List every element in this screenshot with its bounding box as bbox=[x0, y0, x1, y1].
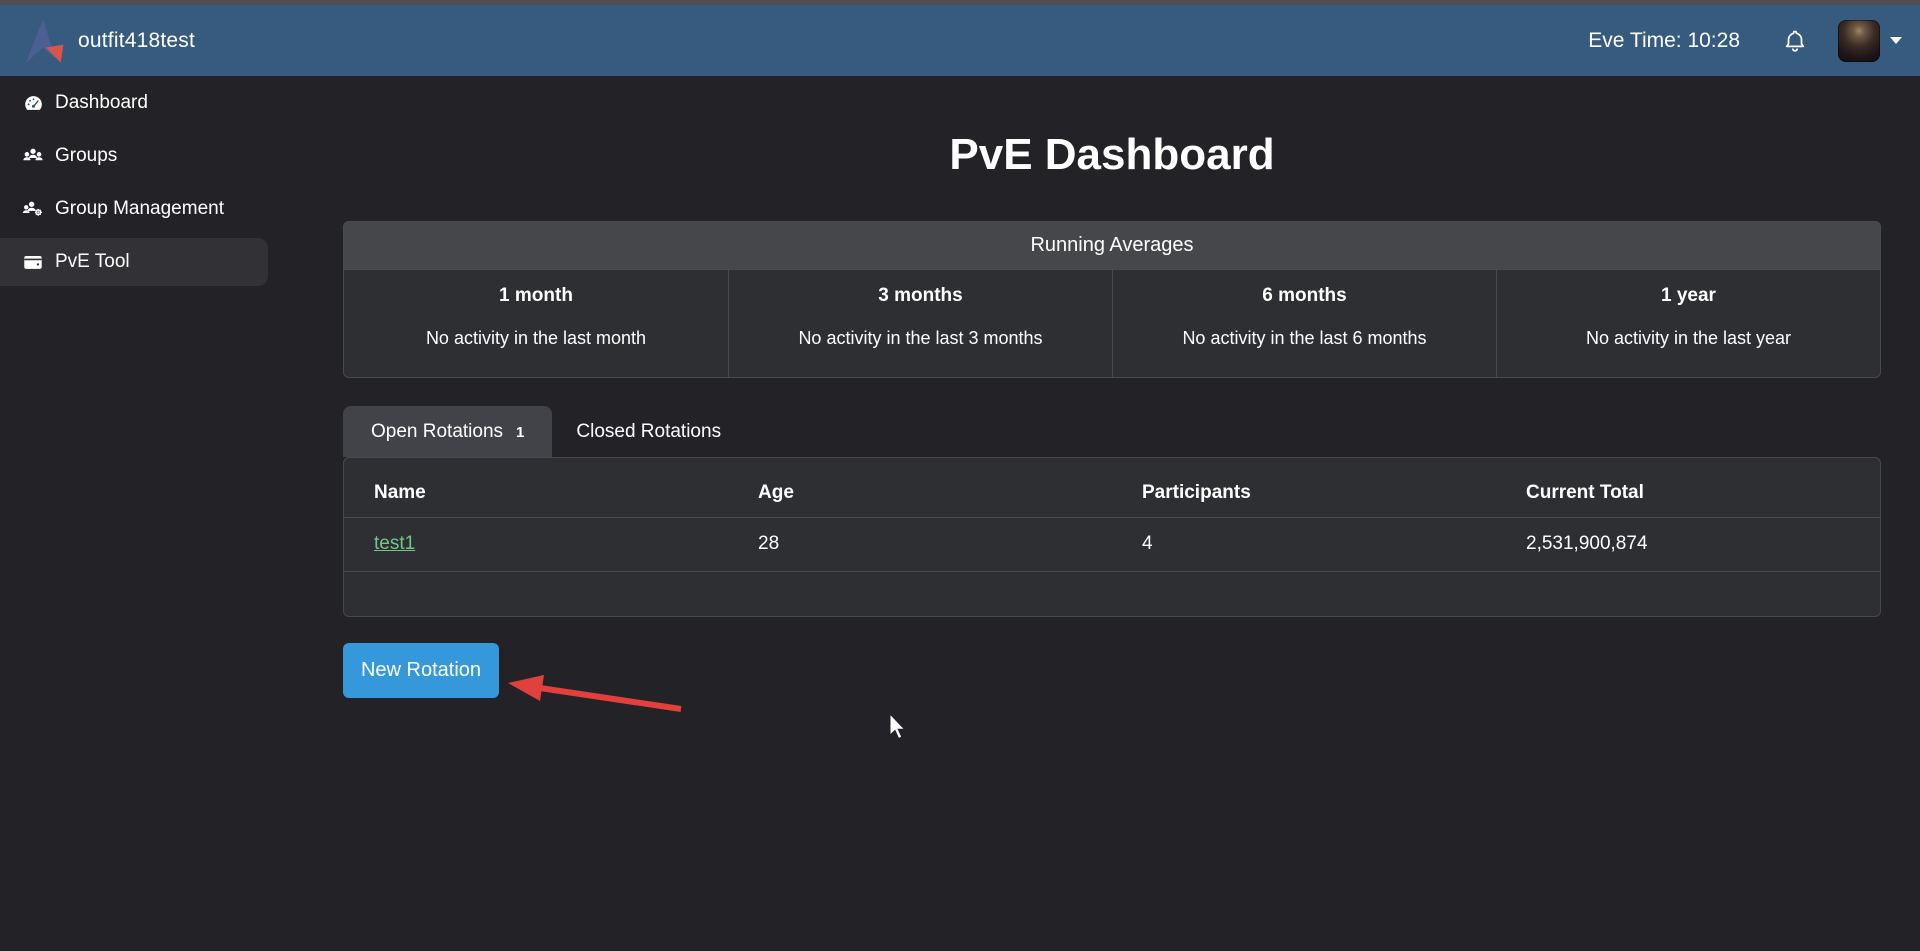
average-status-text: No activity in the last month bbox=[425, 328, 647, 348]
brand-title: outfit418test bbox=[78, 28, 196, 52]
sidebar-item-dashboard[interactable]: Dashboard bbox=[0, 79, 268, 127]
page-title: PvE Dashboard bbox=[949, 130, 1275, 179]
alliance-auth-logo-icon bbox=[22, 15, 68, 67]
open-rotations-count-badge: 1 bbox=[516, 424, 525, 441]
sidebar-item-label: Group Management bbox=[55, 198, 224, 219]
average-period-label: 6 months bbox=[1262, 285, 1347, 306]
average-status-text: No activity in the last year bbox=[1585, 328, 1792, 348]
sidebar-item-label: PvE Tool bbox=[55, 251, 130, 272]
rotation-participants-cell: 4 bbox=[1112, 517, 1496, 572]
wallet-icon bbox=[22, 251, 44, 273]
rotation-name-link[interactable]: test1 bbox=[374, 533, 415, 554]
average-column-6-months: 6 months No activity in the last 6 month… bbox=[1112, 270, 1496, 377]
user-avatar[interactable] bbox=[1838, 19, 1880, 62]
sidebar: Dashboard Groups Group Management PvE To… bbox=[0, 76, 268, 951]
sidebar-item-label: Groups bbox=[55, 145, 118, 166]
running-averages-body: 1 month No activity in the last month 3 … bbox=[344, 270, 1880, 377]
main-content: PvE Dashboard Running Averages 1 month N… bbox=[268, 76, 1920, 951]
rotations-table: Name Age Participants Current Total test… bbox=[344, 458, 1880, 572]
sidebar-item-groups[interactable]: Groups bbox=[0, 132, 268, 180]
new-rotation-button[interactable]: New Rotation bbox=[343, 643, 499, 698]
column-header-age: Age bbox=[728, 458, 1112, 518]
average-status-text: No activity in the last 3 months bbox=[798, 328, 1043, 348]
sidebar-item-pve-tool[interactable]: PvE Tool bbox=[0, 238, 268, 286]
rotation-age-cell: 28 bbox=[728, 517, 1112, 572]
eve-time-label: Eve Time: 10:28 bbox=[1588, 28, 1740, 52]
open-rotations-panel: Name Age Participants Current Total test… bbox=[343, 457, 1881, 617]
users-gear-icon bbox=[22, 198, 44, 220]
sidebar-item-group-management[interactable]: Group Management bbox=[0, 185, 268, 233]
average-column-1-month: 1 month No activity in the last month bbox=[344, 270, 728, 377]
notifications-bell-icon[interactable] bbox=[1782, 28, 1808, 54]
average-period-label: 1 year bbox=[1661, 285, 1716, 306]
table-row: test1 28 4 2,531,900,874 bbox=[344, 517, 1880, 572]
column-header-current-total: Current Total bbox=[1496, 458, 1880, 518]
navbar-right-group: Eve Time: 10:28 bbox=[1588, 19, 1902, 62]
tab-label: Open Rotations bbox=[371, 420, 504, 442]
tab-open-rotations[interactable]: Open Rotations 1 bbox=[343, 406, 553, 457]
column-header-participants: Participants bbox=[1112, 458, 1496, 518]
brand-link[interactable]: outfit418test bbox=[22, 15, 195, 67]
dashboard-gauge-icon bbox=[22, 93, 44, 114]
top-navbar: outfit418test Eve Time: 10:28 bbox=[0, 5, 1920, 76]
average-period-label: 1 month bbox=[499, 285, 573, 306]
average-column-3-months: 3 months No activity in the last 3 month… bbox=[728, 270, 1112, 377]
running-averages-card: Running Averages 1 month No activity in … bbox=[343, 221, 1881, 378]
running-averages-header: Running Averages bbox=[344, 222, 1880, 270]
table-header-row: Name Age Participants Current Total bbox=[344, 458, 1880, 518]
average-period-label: 3 months bbox=[878, 285, 963, 306]
sidebar-item-label: Dashboard bbox=[55, 92, 148, 113]
rotation-current-total-cell: 2,531,900,874 bbox=[1496, 517, 1880, 572]
rotations-tabs: Open Rotations 1 Closed Rotations bbox=[343, 406, 1881, 457]
tab-closed-rotations[interactable]: Closed Rotations bbox=[552, 406, 745, 457]
users-icon bbox=[22, 145, 44, 167]
average-status-text: No activity in the last 6 months bbox=[1182, 328, 1427, 348]
average-column-1-year: 1 year No activity in the last year bbox=[1496, 270, 1880, 377]
user-menu-caret-down-icon[interactable] bbox=[1890, 37, 1902, 44]
column-header-name: Name bbox=[344, 458, 728, 518]
tab-label: Closed Rotations bbox=[576, 420, 722, 442]
